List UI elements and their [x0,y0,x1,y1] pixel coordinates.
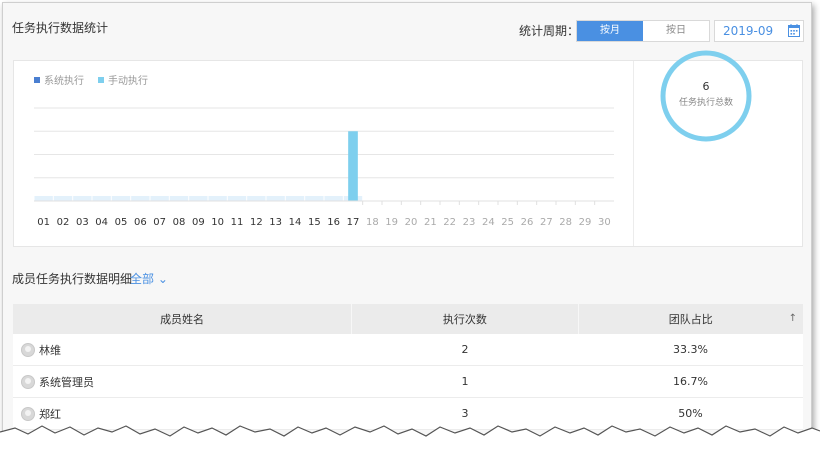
column-header-ratio-label: 团队占比 [668,313,713,326]
period-label: 统计周期： [519,24,580,38]
empty-day-bar [34,196,53,201]
member-section-title: 成员任务执行数据明细 [12,272,133,286]
empty-day-bar [247,196,266,201]
member-count: 2 [461,343,469,356]
x-tick-label: 21 [424,217,437,228]
x-tick-label: 01 [37,217,50,228]
column-header-ratio[interactable]: 团队占比 ↑ [577,304,803,334]
empty-day-bar [208,196,227,201]
x-tick-label: 07 [153,217,166,228]
legend-item-system[interactable]: 系统执行 [34,72,84,87]
member-name-cell: 系统管理员 [13,366,352,397]
member-name: 系统管理员 [39,375,94,389]
x-tick-label: 11 [231,217,244,228]
member-name-cell: 林维 [13,334,352,365]
empty-day-bar [324,196,343,201]
x-tick-label: 14 [289,217,302,228]
legend-swatch-system [34,76,40,83]
x-tick-label: 26 [521,217,534,228]
period-toggle: 按月 按日 [576,20,710,42]
x-tick-label: 08 [173,217,186,228]
period-monthly-button[interactable]: 按月 [577,21,643,41]
period-daily-button[interactable]: 按日 [643,21,709,41]
card-divider [633,61,634,246]
empty-day-bar [169,196,189,201]
avatar-icon [21,342,35,357]
legend-swatch-manual [98,76,104,83]
x-tick-label: 04 [95,217,108,228]
x-tick-label: 10 [211,217,224,228]
empty-day-bar [266,196,285,201]
empty-day-bar [111,196,131,201]
x-tick-label: 29 [579,217,592,228]
x-tick-label: 28 [559,217,572,228]
x-tick-label: 25 [501,217,514,228]
empty-day-bar [73,196,92,201]
screenshot-frame: 任务执行数据统计 统计周期： 按月 按日 2019-09 01 02 03 04 05 0… [2,2,812,438]
x-tick-label: 06 [134,217,147,228]
x-tick-label: 12 [250,217,263,228]
x-tick-label: 23 [463,217,476,228]
date-picker[interactable]: 2019-09 [714,20,804,42]
empty-day-bar [305,196,324,201]
x-tick-label: 13 [269,217,282,228]
x-tick-label: 22 [443,217,456,228]
empty-day-bar [285,196,305,201]
x-tick-label: 09 [192,217,205,228]
empty-day-bar [53,196,73,201]
legend-label-manual: 手动执行 [108,76,148,87]
execution-chart: 01 02 03 04 05 06 07 08 09 10 11 12 13 14 15 16 17 18 19 20… [34,107,614,228]
empty-day-bar [131,196,150,201]
x-tick-label: 05 [115,217,128,228]
member-ratio: 33.3% [673,343,708,356]
date-value: 2019-09 [723,24,774,38]
page-title: 任务执行数据统计 [12,21,109,35]
total-count-label: 任务执行总数 [678,98,733,108]
x-tick-label: 16 [327,217,340,228]
member-filter-dropdown[interactable]: 全部 ⌄ [130,270,168,287]
total-count: 6 [702,80,710,93]
torn-paper-edge [0,425,820,450]
member-name: 林维 [39,343,61,357]
x-tick-label: 24 [482,217,495,228]
empty-day-bar [150,196,169,201]
member-count: 1 [461,375,469,388]
empty-day-bar [227,196,247,201]
x-tick-label: 18 [366,217,379,228]
member-table: 成员姓名 执行次数 团队占比 ↑ 林维 2 33.3% 系统管理员 1 16.7… [13,304,803,430]
legend-label-system: 系统执行 [44,76,84,87]
x-tick-label: 19 [385,217,398,228]
table-row[interactable]: 林维 2 33.3% [13,334,803,366]
legend-item-manual[interactable]: 手动执行 [98,72,148,87]
x-tick-label: 17 [347,217,360,228]
column-header-count[interactable]: 执行次数 [351,304,577,334]
empty-day-bar [189,196,208,201]
x-tick-label: 20 [405,217,418,228]
x-tick-label: 15 [308,217,321,228]
x-tick-label: 02 [57,217,70,228]
x-tick-label: 27 [540,217,553,228]
table-row[interactable]: 系统管理员 1 16.7% [13,366,803,398]
avatar-icon [21,374,35,389]
empty-day-bar [92,196,111,201]
chart-legend: 系统执行 手动执行 [34,72,148,87]
bar-manual-17 [348,131,358,201]
member-ratio: 16.7% [673,375,708,388]
x-tick-label: 30 [598,217,611,228]
table-header: 成员姓名 执行次数 团队占比 ↑ [13,304,803,334]
sort-arrow-icon[interactable]: ↑ [789,313,797,324]
calendar-icon[interactable] [788,24,800,37]
column-header-name[interactable]: 成员姓名 [13,304,351,334]
x-tick-label: 03 [76,217,89,228]
